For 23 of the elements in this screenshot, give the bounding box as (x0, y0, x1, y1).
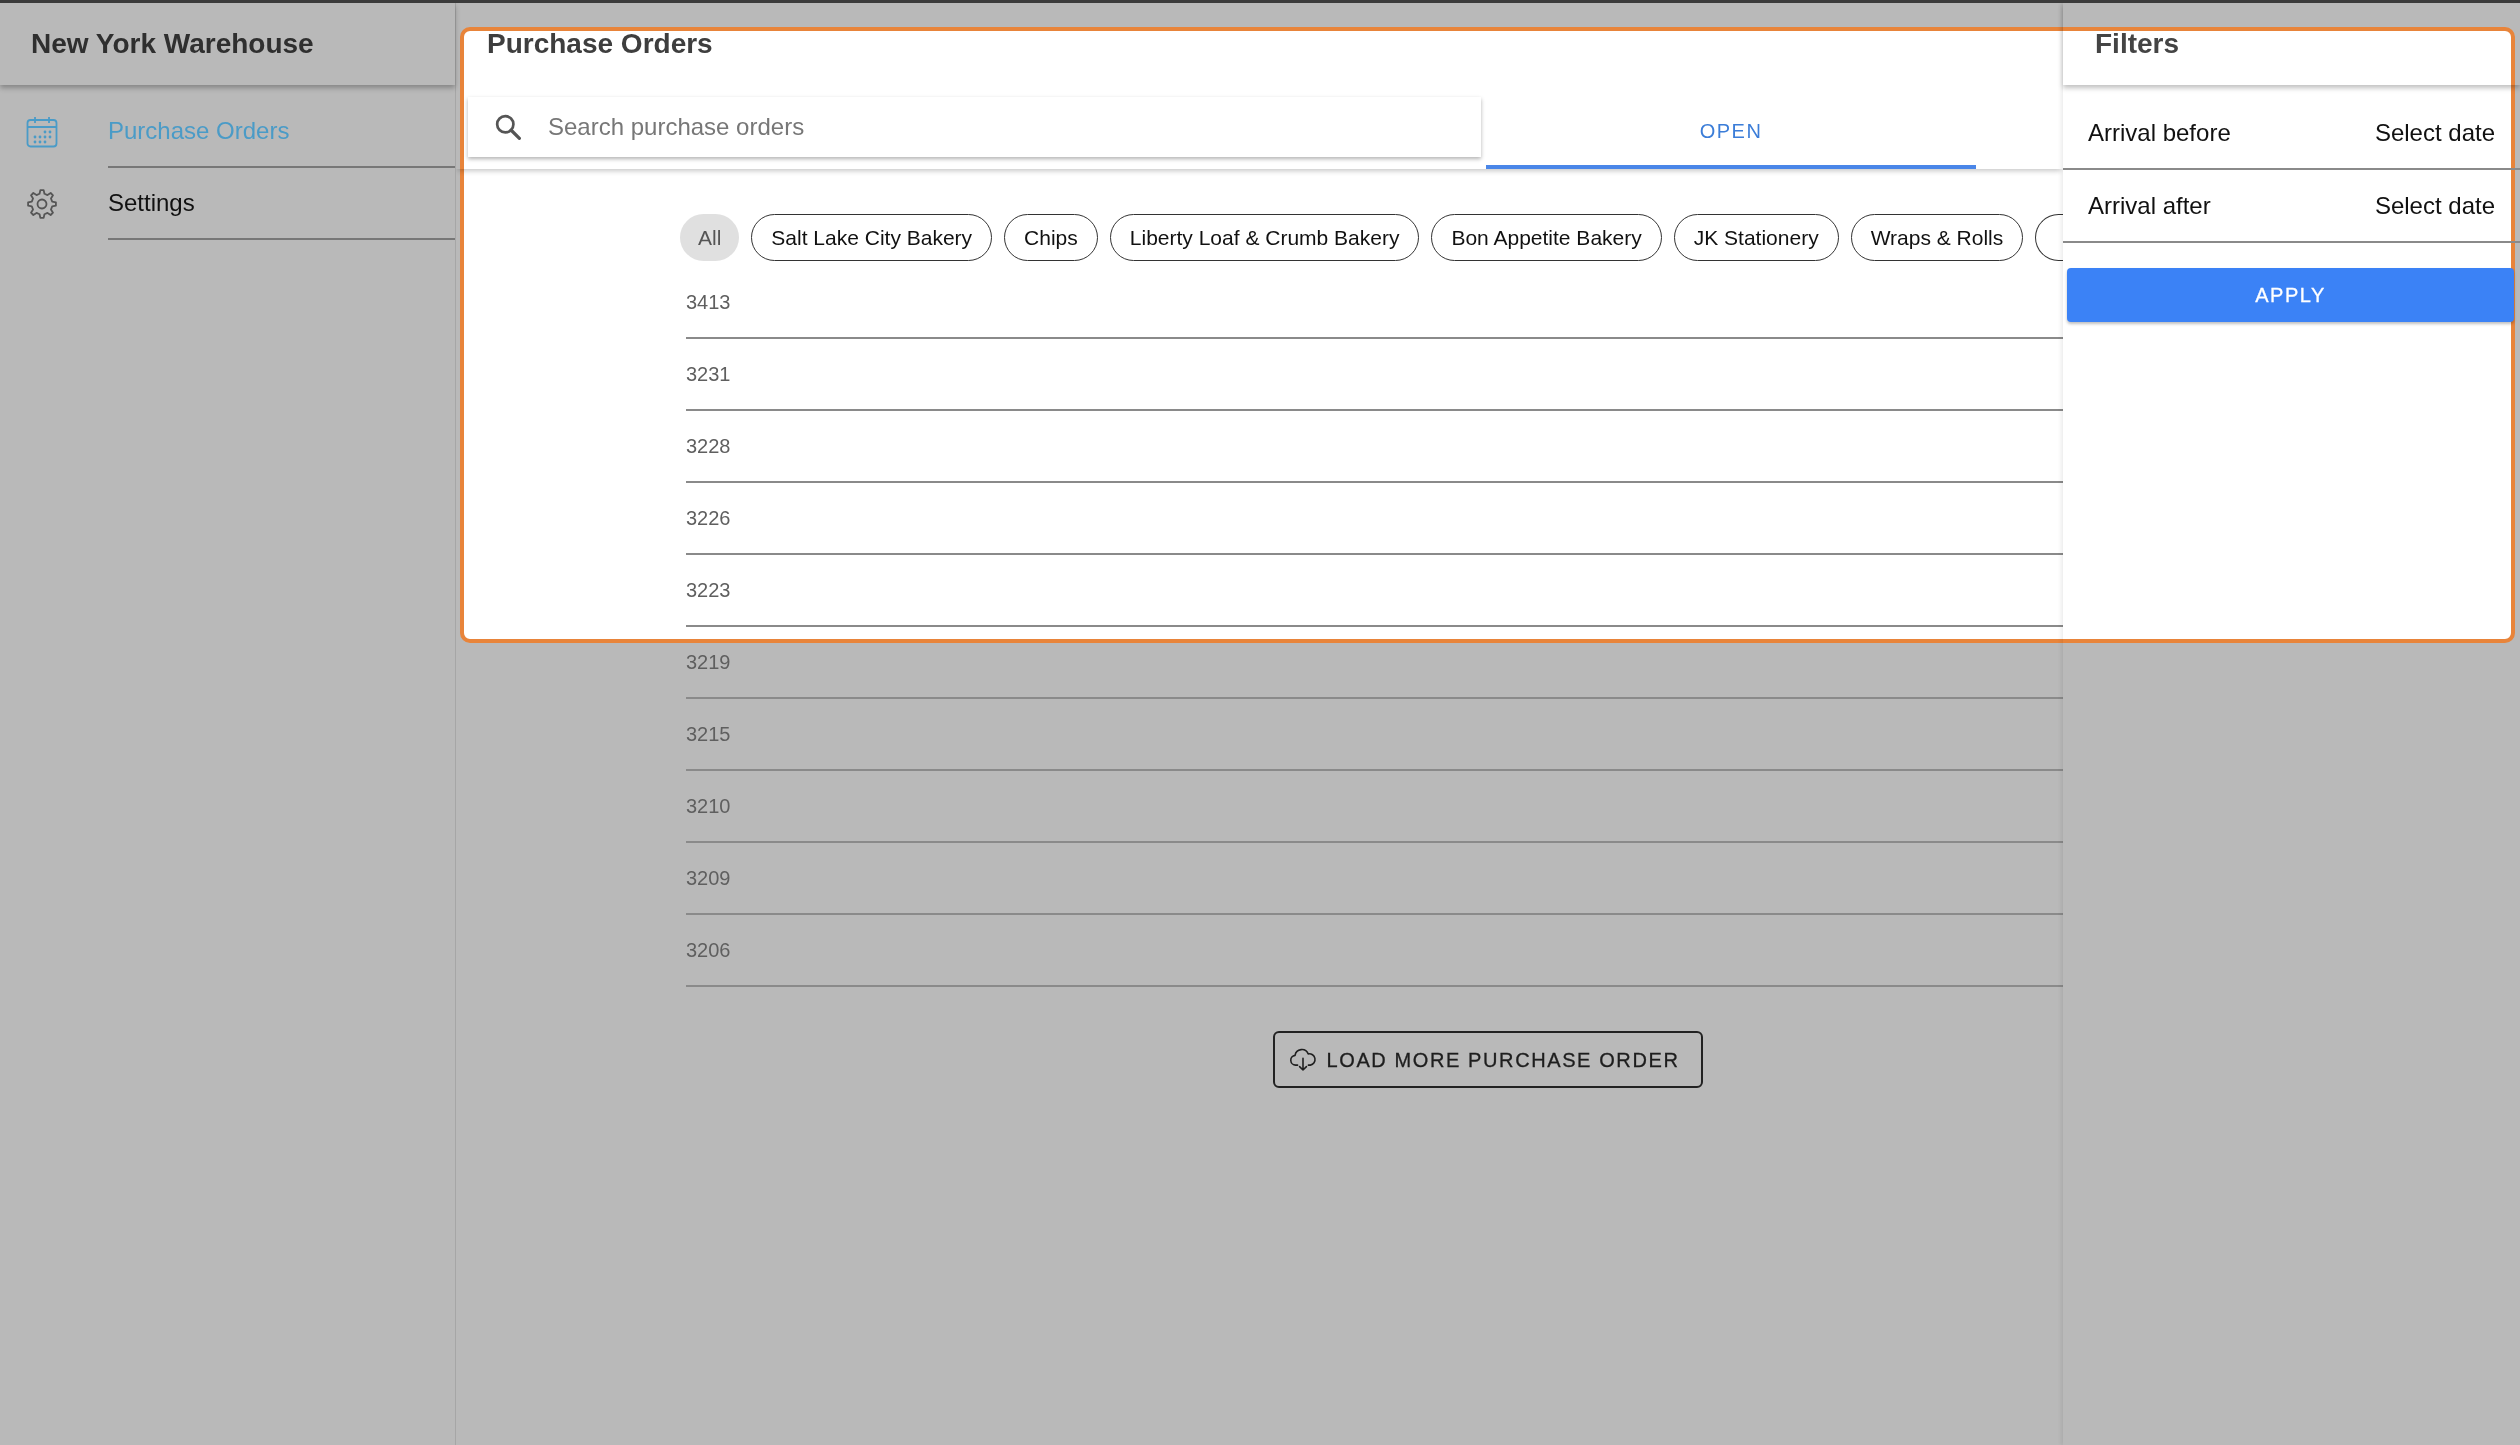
order-number[interactable]: 3413 (686, 287, 731, 317)
order-number[interactable]: 3226 (686, 503, 731, 533)
order-number[interactable]: 3209 (686, 863, 731, 893)
search-icon (495, 114, 521, 140)
page-title: Purchase Orders (486, 27, 714, 61)
order-number[interactable]: 3206 (686, 935, 731, 965)
field-label: Arrival after (2088, 190, 2211, 221)
tab[interactable]: OPEN (1486, 97, 1976, 169)
order-number[interactable]: 3231 (686, 359, 731, 389)
apply-button[interactable]: APPLY (2067, 268, 2514, 322)
calendar-icon (26, 116, 58, 148)
panel-title: Filters (2095, 27, 2180, 61)
cloud-download-icon (1288, 1047, 1317, 1072)
date-field[interactable]: Select date (2365, 187, 2495, 224)
gear-icon (26, 188, 58, 220)
app-title: New York Warehouse (31, 27, 314, 61)
search-field[interactable]: Search purchase orders (468, 97, 1481, 157)
load-more-button[interactable]: LOAD MORE PURCHASE ORDER (1272, 1031, 1704, 1088)
order-number[interactable]: 3228 (686, 431, 731, 461)
sidebar-item[interactable]: Settings (0, 168, 455, 240)
order-number[interactable]: 3223 (686, 575, 731, 605)
field-label: Arrival before (2088, 117, 2231, 148)
date-field[interactable]: Select date (2365, 114, 2495, 151)
